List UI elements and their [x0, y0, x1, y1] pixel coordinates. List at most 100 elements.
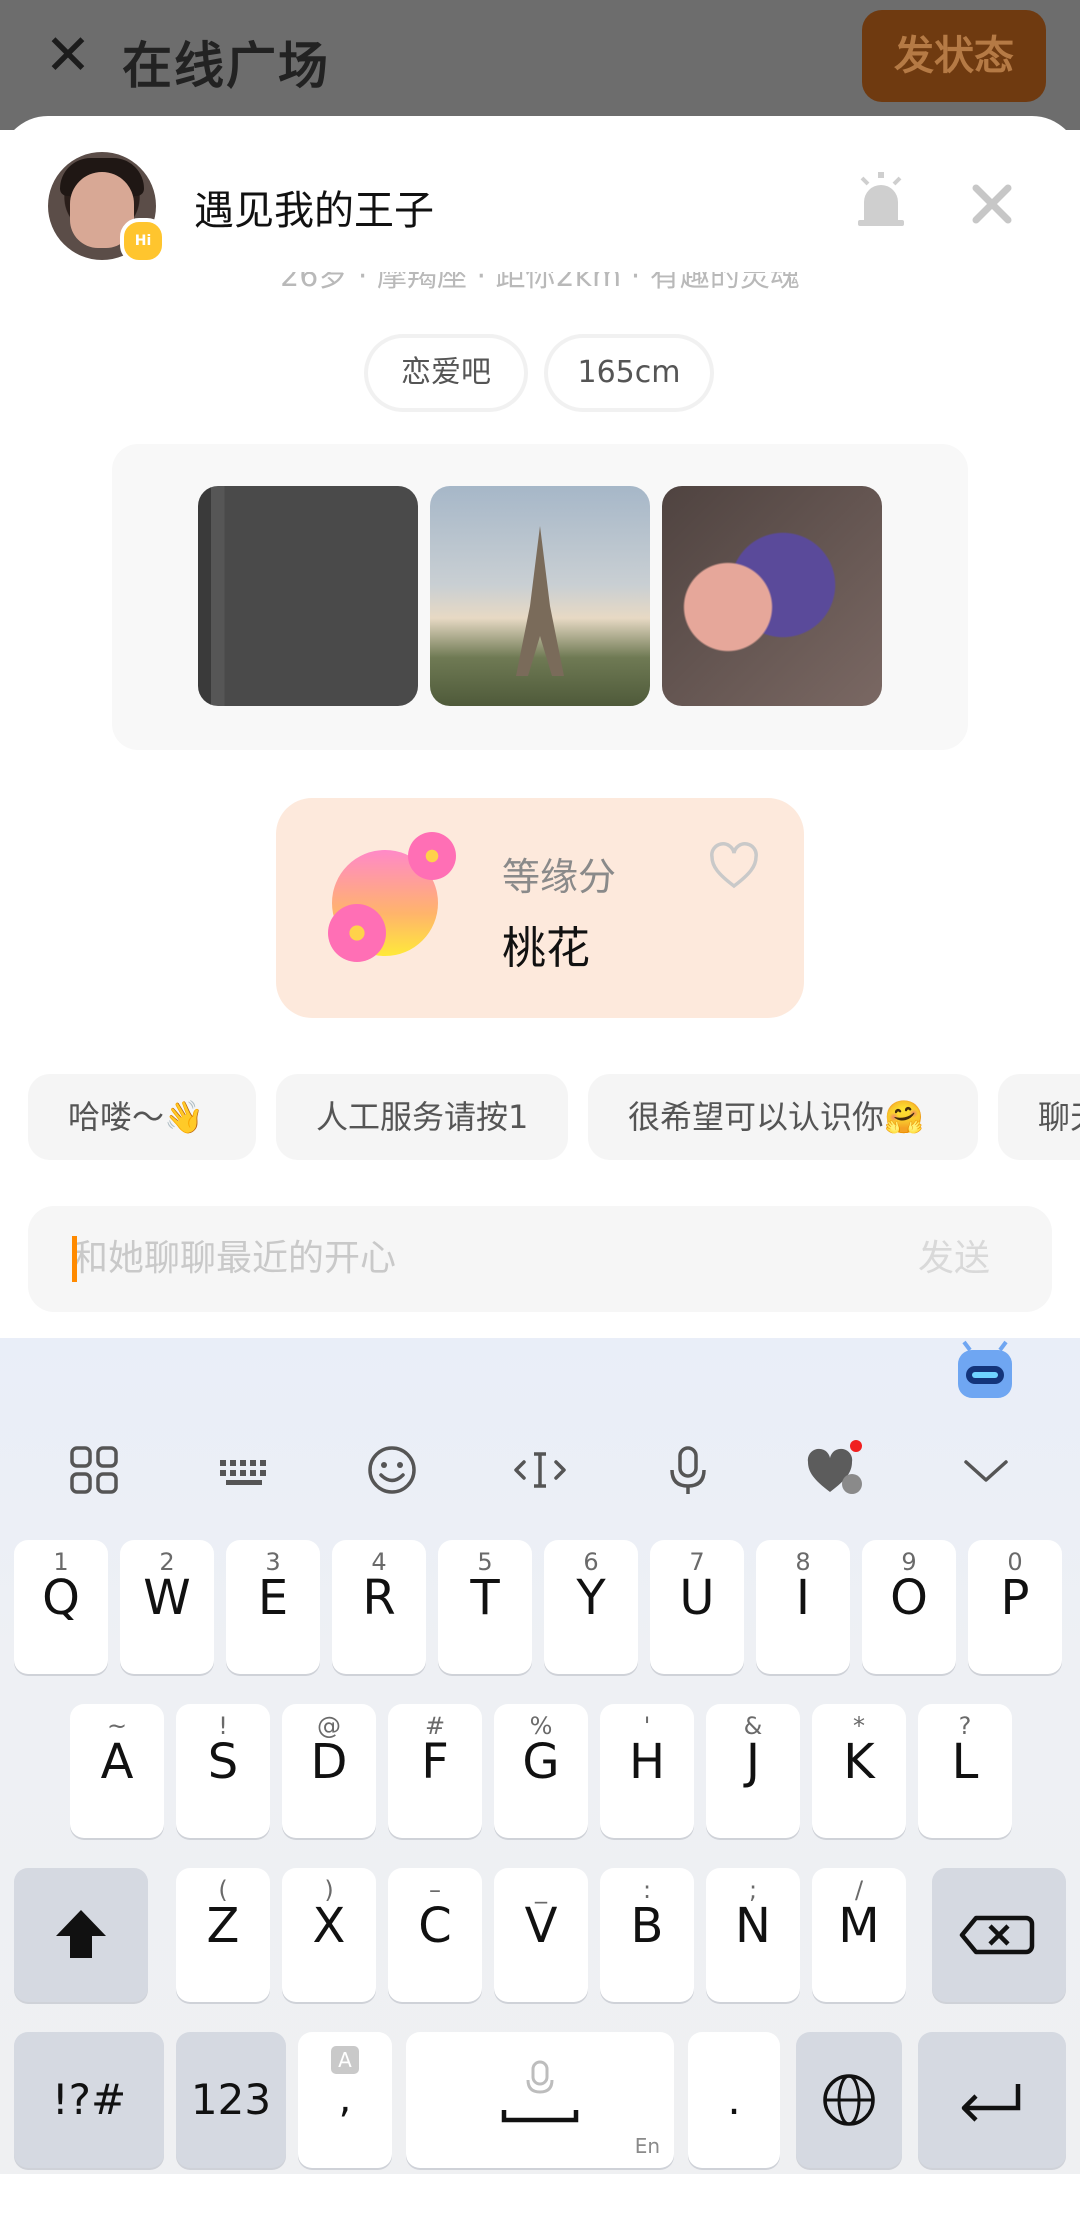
key-y[interactable]: 6Y	[544, 1540, 638, 1674]
numbers-key[interactable]: 123	[176, 2032, 286, 2168]
quick-reply-label: 很希望可以认识你🤗	[628, 1098, 924, 1136]
key-primary-label: K	[843, 1734, 875, 1790]
key-w[interactable]: 2W	[120, 1540, 214, 1674]
close-icon[interactable]: ✕	[40, 28, 96, 84]
key-secondary-label: @	[317, 1712, 341, 1740]
key-h[interactable]: ' H	[600, 1704, 694, 1838]
emoji-icon[interactable]	[362, 1440, 422, 1500]
key-secondary-label: :	[642, 1876, 652, 1904]
quick-reply-chip[interactable]: 哈喽～👋	[28, 1074, 256, 1160]
key-primary-label: I	[795, 1570, 811, 1626]
key-primary-label: E	[257, 1570, 289, 1626]
key-primary-label: P	[1000, 1570, 1030, 1626]
assistant-robot-icon[interactable]	[954, 1340, 1016, 1402]
space-key[interactable]: En	[406, 2032, 674, 2168]
quick-reply-label: 哈喽～👋	[68, 1098, 204, 1136]
symbols-key[interactable]: !?#	[14, 2032, 164, 2168]
key-p[interactable]: 0P	[968, 1540, 1062, 1674]
space-mic-icon	[501, 2060, 579, 2123]
quick-reply-chip[interactable]: 人工服务请按1	[276, 1074, 568, 1160]
key-secondary-label: #	[424, 1712, 446, 1740]
heart-ad-icon[interactable]	[806, 1440, 866, 1500]
cursor-move-icon[interactable]	[510, 1440, 570, 1500]
key-primary-label: X	[312, 1898, 346, 1954]
photo-eiffel-tower[interactable]	[430, 486, 650, 706]
key-primary-label: A	[100, 1734, 134, 1790]
key-secondary-label: *	[853, 1712, 865, 1740]
key-secondary-label: ?	[958, 1712, 972, 1740]
key-secondary-label: /	[854, 1876, 864, 1904]
key-g[interactable]: % G	[494, 1704, 588, 1838]
heart-icon[interactable]	[708, 842, 760, 890]
key-b[interactable]: :B	[600, 1868, 694, 2002]
key-primary-label: J	[745, 1734, 761, 1790]
key-x[interactable]: ) X	[282, 1868, 376, 2002]
shift-arrow-icon	[56, 1910, 106, 1958]
key-r[interactable]: 4R	[332, 1540, 426, 1674]
key-q[interactable]: 1Q	[14, 1540, 108, 1674]
key-primary-label: T	[470, 1570, 500, 1626]
comma-key[interactable]: A ,	[298, 2032, 392, 2168]
post-status-button[interactable]: 发状态	[862, 10, 1046, 102]
key-z[interactable]: (Z	[176, 1868, 270, 2002]
chevron-down-icon[interactable]	[956, 1440, 1016, 1500]
text-caret	[72, 1236, 77, 1282]
key-i[interactable]: 8I	[756, 1540, 850, 1674]
key-m[interactable]: / M	[812, 1868, 906, 2002]
key-primary-label: G	[522, 1734, 560, 1790]
quick-reply-label: 聊天	[1038, 1098, 1080, 1136]
close-sheet-icon[interactable]	[968, 180, 1016, 228]
key-v[interactable]: _ V	[494, 1868, 588, 2002]
key-c[interactable]: – C	[388, 1868, 482, 2002]
enter-key[interactable]	[918, 2032, 1066, 2168]
match-label: 等缘分	[502, 855, 617, 899]
key-primary-label: M	[838, 1898, 880, 1954]
shift-key[interactable]	[14, 1868, 148, 2002]
key-s[interactable]: ! S	[176, 1704, 270, 1838]
key-j[interactable]: & J	[706, 1704, 800, 1838]
key-primary-label: B	[630, 1898, 664, 1954]
key-secondary-label: 6	[583, 1548, 599, 1576]
key-a[interactable]: ~ A	[70, 1704, 164, 1838]
key-secondary-label: –	[429, 1876, 441, 1904]
key-primary-label: D	[310, 1734, 348, 1790]
globe-key[interactable]	[796, 2032, 902, 2168]
key-secondary-label: ;	[748, 1876, 758, 1904]
alarm-icon[interactable]	[856, 172, 906, 228]
key-secondary-label: 4	[371, 1548, 387, 1576]
key-primary-label: Y	[576, 1570, 606, 1626]
microphone-icon[interactable]	[658, 1440, 718, 1500]
key-primary-label: S	[207, 1734, 239, 1790]
period-key[interactable]: .	[688, 2032, 780, 2168]
key-secondary-label: 2	[159, 1548, 175, 1576]
key-primary-label: C	[418, 1898, 452, 1954]
apps-grid-icon[interactable]	[64, 1440, 124, 1500]
key-k[interactable]: * K	[812, 1704, 906, 1838]
key-l[interactable]: ? L	[918, 1704, 1012, 1838]
backspace-key[interactable]	[932, 1868, 1066, 2002]
key-primary-label: Q	[42, 1570, 80, 1626]
language-hint: A	[331, 2046, 359, 2074]
key-primary-label: O	[890, 1570, 928, 1626]
quick-reply-chip[interactable]: 很希望可以认识你🤗	[588, 1074, 978, 1160]
key-secondary-label: 9	[901, 1548, 917, 1576]
key-primary-label: W	[143, 1570, 191, 1626]
key-t[interactable]: 5T	[438, 1540, 532, 1674]
key-secondary-label: 5	[477, 1548, 493, 1576]
keyboard-layout-icon[interactable]	[214, 1440, 274, 1500]
photo-starfish[interactable]	[662, 486, 882, 706]
key-f[interactable]: # F	[388, 1704, 482, 1838]
key-u[interactable]: 7U	[650, 1540, 744, 1674]
key-secondary-label: &	[743, 1712, 763, 1740]
photo-certificates[interactable]	[198, 486, 418, 706]
tag-love: 恋爱吧	[368, 338, 524, 408]
key-primary-label: L	[951, 1734, 979, 1790]
key-o[interactable]: 9O	[862, 1540, 956, 1674]
key-e[interactable]: 3E	[226, 1540, 320, 1674]
key-n[interactable]: ; N	[706, 1868, 800, 2002]
key-d[interactable]: @ D	[282, 1704, 376, 1838]
key-secondary-label: ~	[106, 1712, 128, 1740]
user-name: 遇见我的王子	[194, 188, 434, 234]
quick-reply-chip[interactable]: 聊天	[998, 1074, 1080, 1160]
send-button[interactable]: 发送	[918, 1236, 990, 1282]
